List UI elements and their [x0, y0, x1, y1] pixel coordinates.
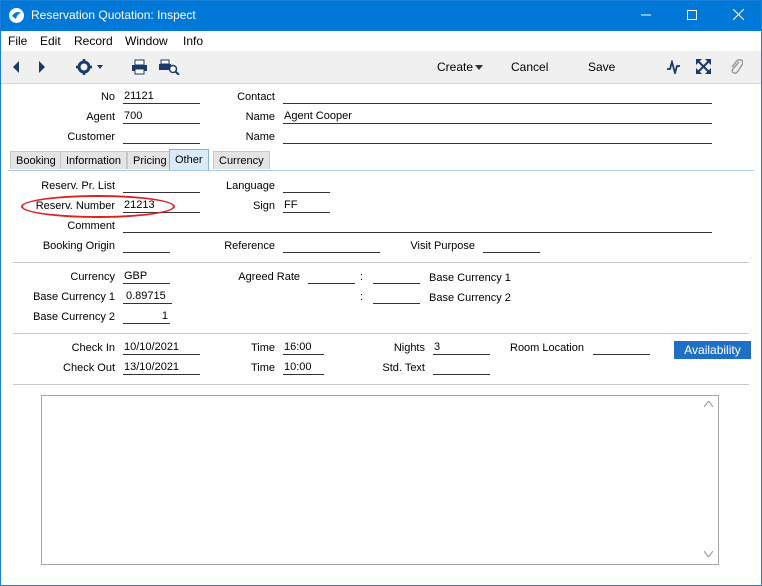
agreed-rate-field[interactable] — [308, 270, 355, 284]
base-currency-2-rate-field[interactable] — [373, 290, 420, 304]
base-currency-1-field[interactable]: 0.89715 — [123, 290, 172, 304]
nights-field[interactable]: 3 — [433, 341, 490, 355]
contact-field[interactable] — [283, 90, 712, 104]
activity-icon[interactable] — [666, 60, 681, 74]
agent-name-label: Name — [245, 111, 275, 123]
booking-origin-field[interactable] — [123, 239, 170, 253]
agent-name-field[interactable]: Agent Cooper — [283, 110, 712, 124]
contact-label: Contact — [237, 91, 275, 103]
reference-label: Reference — [224, 240, 275, 252]
time-out-label: Time — [250, 362, 275, 374]
scroll-up-icon[interactable] — [704, 401, 713, 407]
agent-label: Agent — [86, 111, 115, 123]
divider — [13, 262, 749, 263]
check-in-field[interactable]: 10/10/2021 — [123, 341, 200, 355]
menu-edit[interactable]: Edit — [40, 34, 61, 48]
tab-booking[interactable]: Booking — [10, 151, 62, 169]
check-out-label: Check Out — [63, 362, 115, 374]
reserv-pr-list-field[interactable] — [123, 179, 200, 193]
create-button[interactable]: Create — [437, 60, 473, 74]
menu-info[interactable]: Info — [183, 34, 203, 48]
menu-file[interactable]: File — [8, 34, 27, 48]
print-icon[interactable] — [131, 59, 148, 75]
tab-other[interactable]: Other — [169, 149, 209, 170]
customer-label: Customer — [67, 131, 115, 143]
print-preview-icon[interactable] — [158, 59, 180, 75]
visit-purpose-field[interactable] — [483, 239, 540, 253]
next-record-icon[interactable] — [37, 60, 47, 74]
title-bar: Reservation Quotation: Inspect — [0, 0, 762, 31]
comment-field[interactable] — [123, 219, 712, 233]
scroll-down-icon[interactable] — [704, 551, 713, 557]
base-currency-1-rate-field[interactable] — [373, 270, 420, 284]
agent-field[interactable]: 700 — [123, 110, 200, 124]
rate-colon-1: : — [360, 271, 364, 283]
room-location-field[interactable] — [593, 341, 650, 355]
comment-label: Comment — [67, 220, 115, 232]
language-field[interactable] — [283, 179, 330, 193]
divider — [13, 333, 749, 334]
currency-field[interactable]: GBP — [123, 270, 170, 284]
reserv-pr-list-label: Reserv. Pr. List — [41, 180, 115, 192]
language-label: Language — [226, 180, 275, 192]
tab-pricing[interactable]: Pricing — [127, 151, 173, 169]
maximize-button[interactable] — [669, 0, 715, 31]
customer-name-label: Name — [245, 131, 275, 143]
check-out-field[interactable]: 13/10/2021 — [123, 361, 200, 375]
tab-currency[interactable]: Currency — [213, 151, 270, 169]
time-in-label: Time — [250, 342, 275, 354]
time-out-field[interactable]: 10:00 — [283, 361, 324, 375]
menu-record[interactable]: Record — [74, 34, 113, 48]
rate-colon-2: : — [360, 291, 364, 303]
toolbar: Create Cancel Save — [1, 51, 761, 84]
reference-field[interactable] — [283, 239, 380, 253]
base-currency-1-right-label: Base Currency 1 — [429, 272, 511, 284]
no-field[interactable]: 21121 — [123, 90, 200, 104]
customer-name-field[interactable] — [283, 130, 712, 144]
window-title: Reservation Quotation: Inspect — [31, 8, 196, 22]
std-text-field[interactable] — [433, 361, 490, 375]
check-in-label: Check In — [71, 342, 115, 354]
minimize-button[interactable] — [623, 0, 669, 31]
customer-field[interactable] — [123, 130, 200, 144]
room-location-label: Room Location — [510, 342, 584, 354]
menu-bar: File Edit Record Window Info — [1, 31, 761, 51]
time-in-field[interactable]: 16:00 — [283, 341, 324, 355]
highlight-ellipse — [21, 195, 175, 218]
visit-purpose-label: Visit Purpose — [410, 240, 475, 252]
std-text-label: Std. Text — [382, 362, 425, 374]
base-currency-2-field[interactable]: 1 — [123, 310, 170, 324]
base-currency-2-label: Base Currency 2 — [33, 311, 115, 323]
chevron-down-icon — [475, 65, 483, 70]
agreed-rate-label: Agreed Rate — [238, 271, 300, 283]
attachment-icon[interactable] — [729, 58, 743, 75]
save-button[interactable]: Save — [588, 60, 615, 74]
base-currency-1-label: Base Currency 1 — [33, 291, 115, 303]
base-currency-2-right-label: Base Currency 2 — [429, 292, 511, 304]
tab-information[interactable]: Information — [60, 151, 128, 169]
currency-label: Currency — [70, 271, 115, 283]
menu-window[interactable]: Window — [125, 34, 168, 48]
booking-origin-label: Booking Origin — [42, 240, 115, 252]
divider — [13, 384, 749, 385]
previous-record-icon[interactable] — [11, 60, 21, 74]
gear-icon[interactable] — [75, 58, 105, 76]
expand-icon[interactable] — [696, 59, 711, 74]
availability-button[interactable]: Availability — [674, 341, 751, 359]
sign-field[interactable]: FF — [283, 199, 330, 213]
nights-label: Nights — [393, 342, 425, 354]
cancel-button[interactable]: Cancel — [511, 60, 548, 74]
sign-label: Sign — [252, 200, 275, 212]
no-label: No — [100, 91, 115, 103]
app-logo-icon — [9, 8, 24, 23]
tab-strip-line — [8, 170, 754, 171]
close-button[interactable] — [715, 0, 761, 31]
memo-textarea[interactable] — [41, 395, 719, 565]
